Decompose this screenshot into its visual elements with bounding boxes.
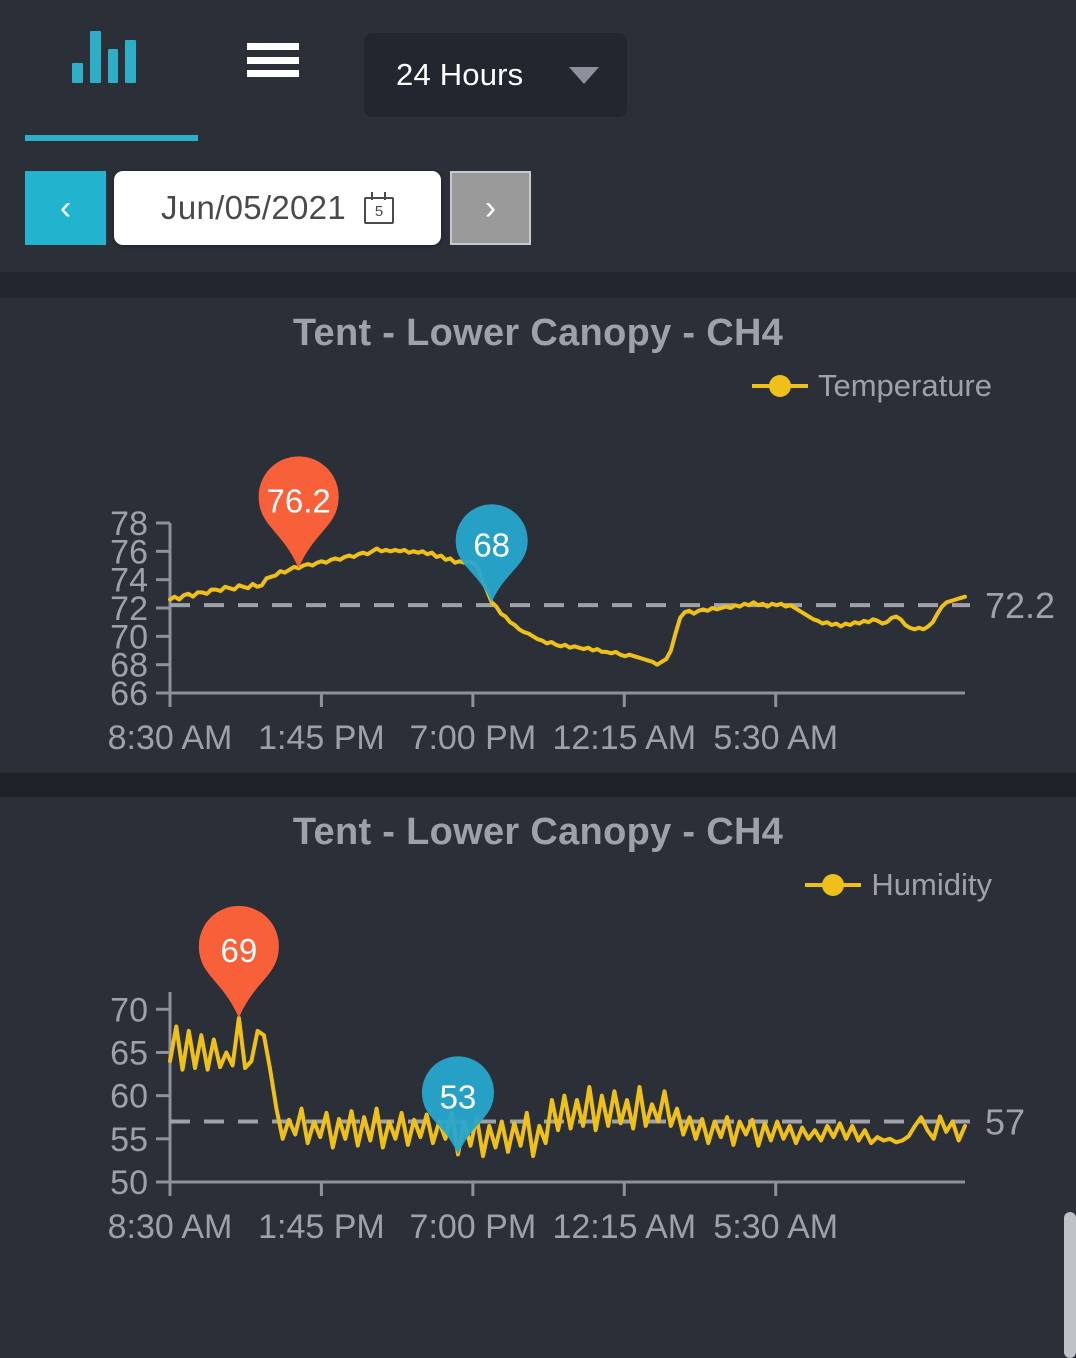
svg-text:7:00 PM: 7:00 PM xyxy=(410,1208,537,1246)
svg-text:60: 60 xyxy=(110,1078,148,1116)
previous-day-button[interactable]: ‹ xyxy=(25,171,106,245)
svg-text:1:45 PM: 1:45 PM xyxy=(258,719,385,757)
hamburger-line-3 xyxy=(247,70,299,77)
chart-title-humidity: Tent - Lower Canopy - CH4 xyxy=(292,811,784,853)
svg-text:8:30 AM: 8:30 AM xyxy=(108,719,233,757)
date-value: Jun/05/2021 xyxy=(161,189,346,226)
calendar-day-number: 5 xyxy=(374,203,384,220)
next-day-button[interactable]: › xyxy=(450,171,531,245)
legend-marker-icon xyxy=(805,873,862,897)
legend-label-humidity: Humidity xyxy=(871,867,992,902)
header-divider xyxy=(0,272,1076,298)
panel-divider xyxy=(0,773,1076,797)
legend-temperature: Temperature xyxy=(0,368,1076,403)
svg-text:8:30 AM: 8:30 AM xyxy=(108,1208,233,1246)
legend-marker-icon xyxy=(751,374,808,398)
app-header: 24 Hours ‹ Jun/05/2021 5 › xyxy=(0,0,1076,272)
active-tab-indicator xyxy=(25,135,198,141)
svg-text:7:00 PM: 7:00 PM xyxy=(410,719,537,757)
vertical-scrollbar[interactable] xyxy=(1064,1212,1076,1358)
legend-humidity: Humidity xyxy=(0,867,1076,902)
top-bar: 24 Hours xyxy=(0,0,1076,130)
svg-text:12:15 AM: 12:15 AM xyxy=(552,719,696,757)
temperature-plot[interactable]: 66 68 70 72 74 76 78 8:30 AM 1:45 PM 7:00 PM 12:15… xyxy=(0,403,1076,773)
svg-text:50: 50 xyxy=(110,1164,148,1202)
date-navigator: ‹ Jun/05/2021 5 › xyxy=(25,171,531,245)
svg-text:72.2: 72.2 xyxy=(985,585,1055,626)
svg-text:53: 53 xyxy=(440,1078,477,1115)
temperature-svg: 666870727476788:30 AM 1:45 PM 7:00 PM 12:15… xyxy=(108,456,1055,757)
bar-chart-logo-icon[interactable] xyxy=(72,31,136,83)
svg-text:65: 65 xyxy=(110,1034,148,1072)
humidity-plot[interactable]: 50 55 60 65 70 8:30 AM 1:45 PM 7:00 PM 12:15 AM 5… xyxy=(0,902,1076,1272)
legend-dot xyxy=(768,375,791,397)
svg-text:12:15 AM: 12:15 AM xyxy=(552,1208,696,1246)
humidity-svg: 50 55 60 65 70 8:30 AM 1:45 PM 7:00 PM 12:15 AM 5… xyxy=(108,905,1025,1246)
svg-text:5:30 AM: 5:30 AM xyxy=(713,1208,838,1246)
svg-text:78: 78 xyxy=(110,505,148,543)
logo-bar-1 xyxy=(72,63,83,83)
svg-text:68: 68 xyxy=(473,526,510,563)
legend-label-temperature: Temperature xyxy=(817,368,992,403)
chevron-down-icon xyxy=(569,66,599,84)
temperature-chart-panel: Tent - Lower Canopy - CH4 Temperature 66… xyxy=(0,298,1076,773)
dashboard-app: 24 Hours ‹ Jun/05/2021 5 › Tent - Lower … xyxy=(0,0,1076,1358)
chart-title-temperature: Tent - Lower Canopy - CH4 xyxy=(292,312,784,354)
svg-text:70: 70 xyxy=(110,991,148,1029)
svg-text:57: 57 xyxy=(985,1102,1025,1143)
svg-text:69: 69 xyxy=(220,932,257,969)
legend-dot xyxy=(822,874,845,896)
svg-text:1:45 PM: 1:45 PM xyxy=(258,1208,385,1246)
logo-bar-2 xyxy=(89,31,101,83)
calendar-icon: 5 xyxy=(363,192,394,224)
humidity-chart-panel: Tent - Lower Canopy - CH4 Humidity 50 55 6… xyxy=(0,797,1076,1272)
logo-bar-4 xyxy=(125,40,136,83)
svg-text:5:30 AM: 5:30 AM xyxy=(713,719,838,757)
time-range-select[interactable]: 24 Hours xyxy=(364,33,627,117)
time-range-label: 24 Hours xyxy=(396,57,524,92)
svg-text:76.2: 76.2 xyxy=(267,482,331,519)
svg-text:55: 55 xyxy=(110,1121,148,1159)
hamburger-line-1 xyxy=(247,43,299,50)
date-input[interactable]: Jun/05/2021 5 xyxy=(114,171,441,245)
hamburger-line-2 xyxy=(247,56,299,64)
logo-bar-3 xyxy=(107,49,119,83)
hamburger-menu-icon[interactable] xyxy=(247,40,299,80)
